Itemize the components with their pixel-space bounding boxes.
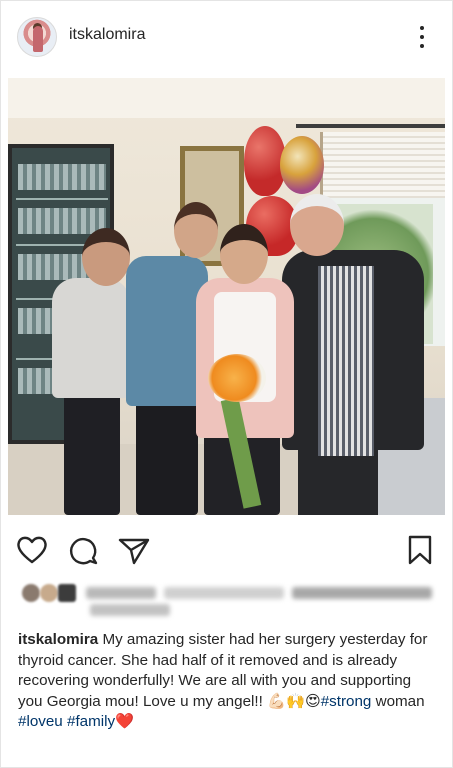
more-dot <box>420 26 424 30</box>
send-icon[interactable] <box>116 532 152 568</box>
caption-word: woman <box>375 692 425 710</box>
hashtag[interactable]: #family <box>67 713 115 730</box>
avatar-figure <box>33 26 43 52</box>
hashtag[interactable]: #strong <box>321 693 372 710</box>
person-1-body <box>52 278 130 398</box>
heart-icon[interactable] <box>14 532 50 568</box>
action-bar <box>0 532 453 572</box>
blurred-text <box>164 587 284 599</box>
more-dot <box>420 44 424 48</box>
person-4-shirt <box>318 266 374 456</box>
photo-blind <box>323 132 445 198</box>
comment-icon[interactable] <box>66 532 102 568</box>
blurred-text <box>292 587 432 599</box>
username[interactable]: itskalomira <box>69 26 145 44</box>
person-1-head <box>82 228 130 286</box>
bookmark-icon[interactable] <box>402 532 438 568</box>
person-4-legs <box>298 450 378 515</box>
caption-emoji: 💪🏻🙌😍 <box>267 692 321 710</box>
more-vertical-icon[interactable] <box>412 24 432 50</box>
caption-username[interactable]: itskalomira <box>18 631 98 648</box>
hashtag[interactable]: #loveu <box>18 713 63 730</box>
blurred-text <box>86 587 156 599</box>
post-caption: itskalomira My amazing sister had her su… <box>18 630 438 733</box>
cabinet-glassware <box>18 208 106 234</box>
liker-avatar <box>40 584 58 602</box>
more-dot <box>420 35 424 39</box>
post-header: itskalomira <box>0 0 453 72</box>
person-4-head <box>290 194 344 256</box>
blurred-text <box>90 604 170 616</box>
person-2-head <box>174 202 218 258</box>
liked-by-row[interactable] <box>18 580 438 622</box>
avatar[interactable] <box>17 17 57 57</box>
person-2-legs <box>136 396 198 515</box>
liker-avatar <box>22 584 40 602</box>
photo-curtain-rod <box>296 124 445 128</box>
photo-ceiling <box>8 78 445 118</box>
person-3-head <box>220 224 268 284</box>
person-1-legs <box>64 388 120 515</box>
bouquet <box>208 354 266 402</box>
liker-avatar <box>58 584 76 602</box>
balloon <box>280 136 324 194</box>
post-photo[interactable] <box>8 78 445 515</box>
cabinet-shelf <box>16 198 108 200</box>
red-heart-emoji: ❤️ <box>115 713 135 730</box>
cabinet-glassware <box>18 164 106 190</box>
